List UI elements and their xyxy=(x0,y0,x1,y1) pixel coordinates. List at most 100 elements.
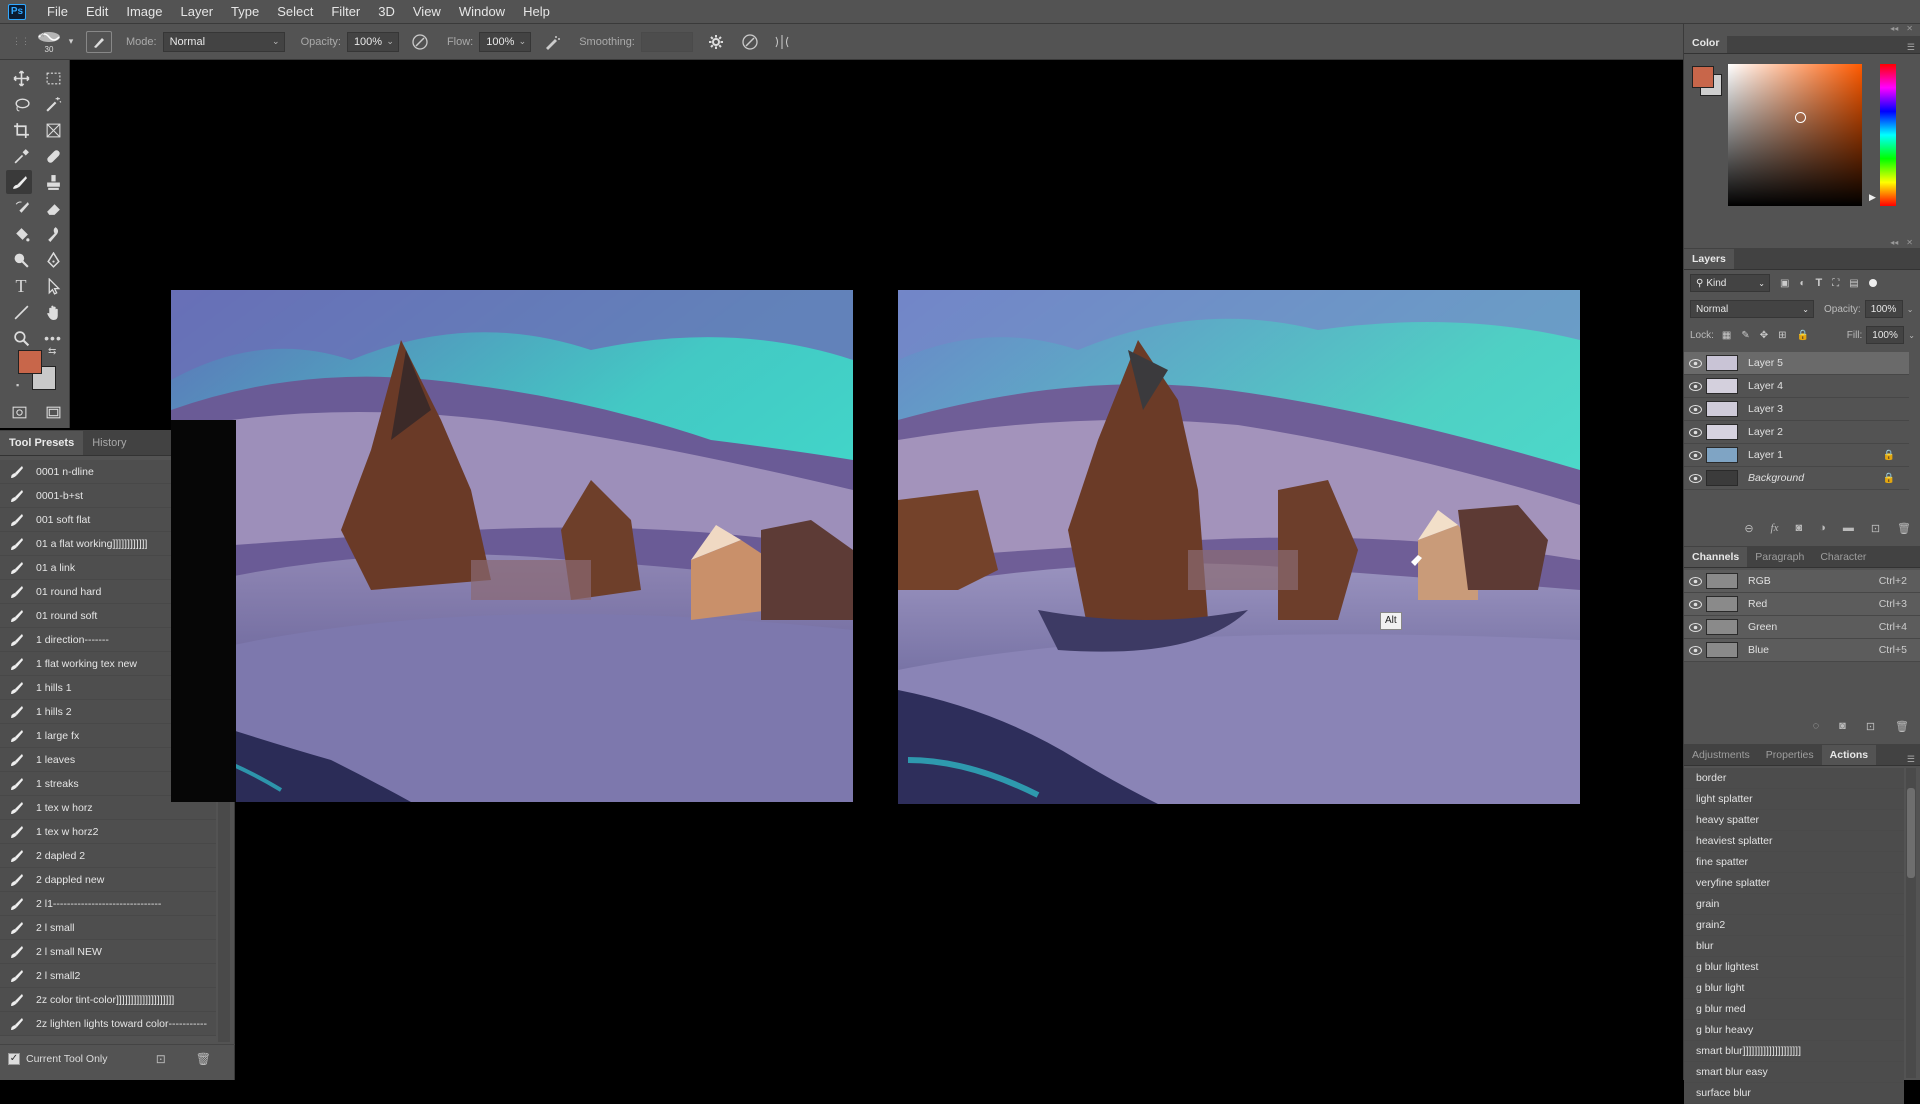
action-item[interactable]: border xyxy=(1684,768,1904,789)
marquee-tool-icon[interactable] xyxy=(40,66,66,90)
airbrush-icon[interactable] xyxy=(539,33,565,51)
tool-preset-item[interactable]: 2z lighten lights toward color----------… xyxy=(0,1012,216,1036)
color-field[interactable] xyxy=(1728,64,1862,206)
layer-row[interactable]: Layer 2 xyxy=(1684,421,1909,444)
tool-preset-item[interactable]: 2 l1------------------------------- xyxy=(0,892,216,916)
swap-colors-icon[interactable]: ⇆ xyxy=(48,346,56,357)
mode-select[interactable]: Normal ⌄ xyxy=(162,31,285,52)
screen-mode-icon[interactable] xyxy=(40,400,66,424)
eye-icon[interactable] xyxy=(1684,576,1706,586)
panel-menu-icon[interactable]: ☰ xyxy=(1907,754,1915,765)
hue-slider[interactable] xyxy=(1880,64,1896,206)
lock-all-icon[interactable]: 🔒 xyxy=(1797,330,1809,341)
tab-actions[interactable]: Actions xyxy=(1821,745,1877,765)
fx-icon[interactable]: fx xyxy=(1771,522,1779,534)
close-icon[interactable]: ✕ xyxy=(1906,24,1913,36)
filter-smart-object-icon[interactable]: ▤ xyxy=(1849,278,1858,289)
layer-opacity-input[interactable]: 100% xyxy=(1864,300,1903,318)
channel-row[interactable]: RGB Ctrl+2 xyxy=(1684,570,1920,593)
chevron-down-icon[interactable]: ▾ xyxy=(64,36,78,47)
menu-3d[interactable]: 3D xyxy=(369,4,404,19)
filter-toggle-icon[interactable] xyxy=(1868,279,1877,287)
line-tool-icon[interactable] xyxy=(8,300,34,324)
link-layers-icon[interactable]: ⊖ xyxy=(1744,522,1753,535)
eye-icon[interactable] xyxy=(1684,404,1706,414)
action-item[interactable]: heaviest splatter xyxy=(1684,831,1904,852)
color-foreground-swatch[interactable] xyxy=(1692,66,1714,88)
layer-kind-filter[interactable]: ⚲ Kind ⌄ xyxy=(1690,274,1770,292)
blend-mode-select[interactable]: Normal ⌄ xyxy=(1690,300,1814,318)
new-layer-icon[interactable]: ⊡ xyxy=(1871,522,1880,535)
hand-tool-icon[interactable] xyxy=(40,300,66,324)
action-item[interactable]: light splatter xyxy=(1684,789,1904,810)
menu-window[interactable]: Window xyxy=(450,4,514,19)
brush-settings-toggle-icon[interactable] xyxy=(86,30,112,53)
action-item[interactable]: g blur light xyxy=(1684,978,1904,999)
hue-slider-handle-icon[interactable]: ▶ xyxy=(1869,192,1876,203)
close-icon[interactable]: ✕ xyxy=(1906,238,1913,248)
lock-artboard-icon[interactable]: ⊞ xyxy=(1778,330,1786,341)
scrollbar-thumb[interactable] xyxy=(1907,788,1915,878)
paint-bucket-tool-icon[interactable] xyxy=(8,222,34,246)
eye-icon[interactable] xyxy=(1684,622,1706,632)
layer-row[interactable]: Layer 5 xyxy=(1684,352,1909,375)
healing-brush-tool-icon[interactable] xyxy=(40,144,66,168)
channel-row[interactable]: Blue Ctrl+5 xyxy=(1684,639,1920,662)
dodge-tool-icon[interactable] xyxy=(8,248,34,272)
collapse-panel-icon[interactable]: ◂◂ xyxy=(1890,238,1898,248)
collapse-icon[interactable]: « xyxy=(40,30,44,39)
menu-layer[interactable]: Layer xyxy=(172,4,223,19)
action-item[interactable]: grain2 xyxy=(1684,915,1904,936)
pressure-opacity-icon[interactable] xyxy=(407,33,433,51)
tool-preset-item[interactable]: 2 l small NEW xyxy=(0,940,216,964)
color-picker-cursor[interactable] xyxy=(1795,112,1806,123)
new-channel-icon[interactable]: ⊡ xyxy=(1866,720,1875,733)
pen-tool-icon[interactable] xyxy=(40,248,66,272)
smoothing-input[interactable] xyxy=(640,31,693,52)
action-item[interactable]: blur xyxy=(1684,936,1904,957)
move-tool-icon[interactable] xyxy=(8,66,34,90)
adjustment-layer-icon[interactable]: ◑ xyxy=(1819,522,1826,534)
menu-file[interactable]: File xyxy=(38,4,77,19)
lock-image-icon[interactable]: ✎ xyxy=(1741,330,1749,341)
foreground-color-swatch[interactable] xyxy=(18,350,42,374)
collapse-panel-icon[interactable]: ◂◂ xyxy=(1890,24,1898,36)
menu-select[interactable]: Select xyxy=(268,4,322,19)
clone-stamp-tool-icon[interactable] xyxy=(40,170,66,194)
layer-row[interactable]: Layer 3 xyxy=(1684,398,1909,421)
tab-history[interactable]: History xyxy=(83,431,135,455)
lock-position-icon[interactable]: ✥ xyxy=(1760,330,1768,341)
eye-icon[interactable] xyxy=(1684,473,1706,483)
pressure-size-icon[interactable] xyxy=(737,33,763,51)
tool-preset-item[interactable]: 2 dapled 2 xyxy=(0,844,216,868)
layer-row[interactable]: Layer 1 🔒 xyxy=(1684,444,1909,467)
eye-icon[interactable] xyxy=(1684,358,1706,368)
tab-character[interactable]: Character xyxy=(1812,547,1874,567)
channel-row[interactable]: Red Ctrl+3 xyxy=(1684,593,1920,616)
tab-layers[interactable]: Layers xyxy=(1684,249,1734,269)
filter-shape-icon[interactable]: ⛶ xyxy=(1832,278,1839,289)
eye-icon[interactable] xyxy=(1684,599,1706,609)
tab-properties[interactable]: Properties xyxy=(1758,745,1822,765)
menu-filter[interactable]: Filter xyxy=(322,4,369,19)
magic-wand-tool-icon[interactable] xyxy=(40,92,66,116)
tool-preset-item[interactable]: 2 dappled new xyxy=(0,868,216,892)
tool-preset-item[interactable]: 2 l small xyxy=(0,916,216,940)
new-preset-icon[interactable]: ⊡ xyxy=(156,1052,166,1066)
action-item[interactable]: smart blur]]]]]]]]]]]]]]]]]]]] xyxy=(1684,1041,1904,1062)
action-item[interactable]: surface blur xyxy=(1684,1083,1904,1104)
action-item[interactable]: veryfine splatter xyxy=(1684,873,1904,894)
filter-adjustment-icon[interactable]: ◐ xyxy=(1799,278,1805,289)
tool-preset-item[interactable]: 2 l small2 xyxy=(0,964,216,988)
action-item[interactable]: g blur med xyxy=(1684,999,1904,1020)
new-group-icon[interactable]: ▬ xyxy=(1843,522,1854,534)
add-mask-icon[interactable]: ◙ xyxy=(1796,522,1803,534)
channel-row[interactable]: Green Ctrl+4 xyxy=(1684,616,1920,639)
crop-tool-icon[interactable] xyxy=(8,118,34,142)
menu-help[interactable]: Help xyxy=(514,4,559,19)
flow-input[interactable]: 100% ⌄ xyxy=(479,31,532,52)
chevron-down-icon[interactable]: ⌄ xyxy=(1907,305,1914,314)
gear-icon[interactable] xyxy=(703,34,729,50)
current-tool-only-checkbox[interactable]: ✓ xyxy=(8,1052,20,1065)
tab-channels[interactable]: Channels xyxy=(1684,547,1748,567)
